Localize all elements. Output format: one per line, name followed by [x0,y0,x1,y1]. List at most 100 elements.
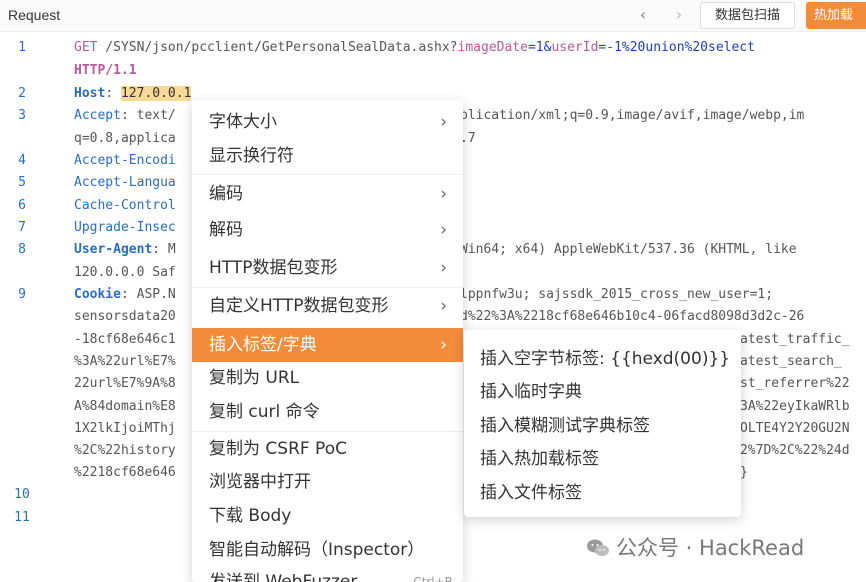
menu-divider [192,287,463,288]
line-number: 6 [18,198,26,213]
submenu-item-temp-dict[interactable]: 插入临时字典 [480,377,582,402]
code-line: 120.0.0.0 Saf [74,265,176,280]
code-line[interactable]: HTTP/1.1 [74,63,137,78]
menu-item-insert-tag[interactable]: 插入标签/字典 › [192,328,463,362]
code-line: %2C%22history [74,443,176,458]
shortcut-hint: Ctrl+R [413,575,453,582]
submenu-item-null-byte[interactable]: 插入空字节标签: {{hexd(00)}} [480,344,730,369]
code-line-tail: Win64; x64) AppleWebKit/537.36 (KHTML, l… [460,242,797,257]
query-value: =-1%20union%20select [598,40,755,55]
host-value: 127.0.0.1 [120,86,192,101]
menu-item-label: 下载 Body [209,506,292,526]
code-line[interactable]: Accept: text/ [74,108,176,123]
menu-item-http-transform[interactable]: HTTP数据包变形 › [192,252,463,284]
line-number: 2 [18,86,26,101]
code-line[interactable]: Host: 127.0.0.1 [74,86,192,101]
code-line-tail: plication/xml;q=0.9,image/avif,image/web… [460,108,805,123]
chevron-right-icon: › [440,296,447,316]
context-menu: 字体大小 › 显示换行符 编码 › 解码 › HTTP数据包变形 › 自定义HTTP数据… [192,100,463,582]
header-value: : text/ [120,108,176,123]
menu-item-copy-csrf-poc[interactable]: 复制为 CSRF PoC [192,433,463,465]
menu-item-font-size[interactable]: 字体大小 › [192,106,463,138]
http-method: GET [74,40,98,55]
menu-item-label: 智能自动解码（Inspector） [209,540,425,560]
menu-item-show-newline[interactable]: 显示换行符 [192,140,463,172]
header-key: Accept [74,108,121,123]
code-line-tail: atest_search_ [740,354,842,369]
request-header: Request ‹ › 数据包扫描 热加载 [0,0,866,32]
menu-item-label: 自定义HTTP数据包变形 [209,296,389,316]
header-value: : M [152,242,176,257]
menu-item-label: 发送到 WebFuzzer [209,572,358,582]
code-line-tail: } [740,465,748,480]
header-key: Accept-Encodi [74,153,176,168]
menu-item-encode[interactable]: 编码 › [192,178,463,210]
menu-item-label: 编码 [209,184,243,204]
menu-item-label: 复制为 URL [209,368,300,388]
line-number: 11 [14,510,30,525]
menu-item-decode[interactable]: 解码 › [192,214,463,246]
header-key: Accept-Langua [74,175,176,190]
menu-item-copy-curl[interactable]: 复制 curl 命令 [192,396,463,428]
menu-item-label: 插入标签/字典 [209,335,317,355]
previous-arrow-icon[interactable]: ‹ [632,4,654,26]
code-line-tail: 3A%22eyIkaWRlb [740,399,850,414]
watermark: 公众号 · HackRead [586,532,804,562]
header-value: : ASP.N [120,287,176,302]
code-line-tail: OLTE4Y2Y20GU2N [740,421,850,436]
code-line: %2218cf68e646 [74,465,176,480]
chevron-right-icon: › [440,112,447,132]
header-key: Cookie [74,287,121,302]
code-line-tail: 2%7D%2C%22%24d [740,443,850,458]
code-line: sensorsdata20 [74,309,176,324]
packet-scan-button[interactable]: 数据包扫描 [700,2,795,29]
line-number: 4 [18,153,26,168]
menu-item-copy-url[interactable]: 复制为 URL [192,362,463,394]
menu-item-download-body[interactable]: 下载 Body [192,500,463,532]
next-arrow-icon[interactable]: › [668,4,690,26]
query-value: =1& [527,40,552,55]
submenu-item-hot-reload[interactable]: 插入热加载标签 [480,444,599,469]
menu-item-custom-http-transform[interactable]: 自定义HTTP数据包变形 › [192,290,463,322]
code-line[interactable]: User-Agent: M [74,242,176,257]
line-number: 3 [18,108,26,123]
hot-reload-button[interactable]: 热加载 [806,2,866,29]
menu-item-label: 复制为 CSRF PoC [209,439,347,459]
menu-item-send-to-webfuzzer[interactable]: 发送到 WebFuzzer Ctrl+R [192,566,463,582]
header-key: Upgrade-Insec [74,220,176,235]
insert-tag-submenu: 插入空字节标签: {{hexd(00)}} 插入临时字典 插入模糊测试字典标签 … [464,330,741,517]
header-key: Host [74,86,106,101]
menu-divider [192,431,463,432]
chevron-right-icon: › [440,258,447,278]
line-number: 5 [18,175,26,190]
code-line[interactable]: Cookie: ASP.N [74,287,176,302]
code-line-tail: atest_traffic_ [740,332,850,347]
line-number: 7 [18,220,26,235]
submenu-item-fuzz-dict[interactable]: 插入模糊测试字典标签 [480,411,650,436]
header-key: User-Agent [74,242,153,257]
code-line: 22url%E7%9A%8 [74,376,176,391]
chevron-right-icon: › [440,220,447,240]
code-line: -18cf68e646c1 [74,332,176,347]
code-line[interactable]: GET /SYSN/json/pcclient/GetPersonalSealD… [74,40,755,55]
panel-title: Request [8,7,61,23]
code-line-tail: lppnfw3u; sajssdk_2015_cross_new_user=1; [460,287,774,302]
menu-item-open-in-browser[interactable]: 浏览器中打开 [192,466,463,498]
menu-item-label: 浏览器中打开 [209,472,311,492]
submenu-item-file-tag[interactable]: 插入文件标签 [480,478,582,503]
http-protocol: HTTP/1.1 [74,63,137,78]
query-key: userId [551,40,599,55]
line-number: 10 [14,487,30,502]
line-number: 9 [18,287,26,302]
code-line-tail: st_referrer%22 [740,376,850,391]
menu-item-label: 字体大小 [209,112,277,132]
menu-item-smart-decode[interactable]: 智能自动解码（Inspector） [192,534,463,566]
code-line: 1X2lkIjoiMThj [74,421,176,436]
watermark-text: 公众号 · HackRead [616,536,805,560]
menu-item-label: 复制 curl 命令 [209,402,320,422]
menu-divider [192,174,463,175]
chevron-right-icon: › [440,184,447,204]
query-key: imageDate [457,40,528,55]
menu-item-label: 显示换行符 [209,146,294,166]
code-line-tail: d%22%3A%2218cf68e646b10c4-06facd8098d3d2… [460,309,805,324]
